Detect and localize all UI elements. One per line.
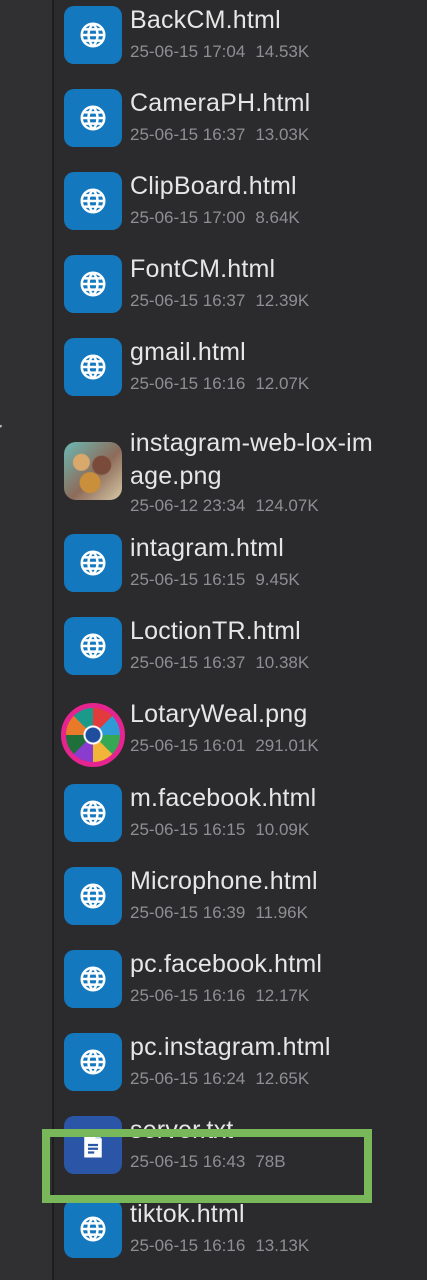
file-size: 13.03K	[255, 125, 310, 144]
file-row-gmail[interactable]: gmail.html 25-06-15 16:16 12.07K	[54, 326, 427, 409]
file-name: BackCM.html	[130, 6, 281, 34]
file-size: 10.38K	[255, 653, 310, 672]
file-row-cameraph[interactable]: CameraPH.html 25-06-15 16:37 13.03K	[54, 77, 427, 160]
file-date: 25-06-15 17:00	[130, 208, 246, 227]
file-size: 8.64K	[255, 208, 300, 227]
file-meta: 25-06-15 17:00 8.64K	[130, 207, 300, 229]
file-meta: 25-06-12 23:34 124.07K	[130, 495, 319, 517]
file-date: 25-06-15 16:15	[130, 570, 246, 589]
file-name: LoctionTR.html	[130, 617, 301, 645]
file-size: 10.09K	[255, 820, 310, 839]
file-row-pc-instagram[interactable]: pc.instagram.html 25-06-15 16:24 12.65K	[54, 1021, 427, 1104]
file-date: 25-06-15 16:01	[130, 736, 246, 755]
file-size: 14.53K	[255, 42, 310, 61]
file-date: 25-06-12 23:34	[130, 496, 246, 515]
globe-icon	[64, 534, 122, 592]
file-date: 25-06-15 16:39	[130, 903, 246, 922]
file-date: 25-06-15 16:37	[130, 653, 246, 672]
file-row-loctiontr[interactable]: LoctionTR.html 25-06-15 16:37 10.38K	[54, 605, 427, 688]
globe-icon	[64, 338, 122, 396]
side-panel-edge-mark	[0, 424, 8, 438]
file-meta: 25-06-15 17:04 14.53K	[130, 41, 309, 63]
globe-icon	[64, 6, 122, 64]
file-meta: 25-06-15 16:01 291.01K	[130, 735, 319, 757]
file-row-instagram-web-lox-image[interactable]: instagram-web-lox-im age.png 25-06-12 23…	[54, 415, 427, 525]
side-panel	[0, 0, 52, 1280]
file-name: instagram-web-lox-im age.png	[130, 427, 420, 493]
file-meta: 25-06-15 16:16 12.17K	[130, 985, 309, 1007]
file-size: 12.65K	[255, 1069, 310, 1088]
image-thumbnail	[64, 442, 122, 500]
file-meta: 25-06-15 16:37 12.39K	[130, 290, 309, 312]
file-date: 25-06-15 16:16	[130, 374, 246, 393]
globe-icon	[64, 255, 122, 313]
file-row-intagram[interactable]: intagram.html 25-06-15 16:15 9.45K	[54, 522, 427, 605]
file-size: 12.39K	[255, 291, 310, 310]
file-date: 25-06-15 16:16	[130, 986, 246, 1005]
file-name: m.facebook.html	[130, 784, 317, 812]
file-size: 12.07K	[255, 374, 310, 393]
file-list: BackCM.html 25-06-15 17:04 14.53K CameraP…	[54, 0, 427, 1280]
file-date: 25-06-15 16:16	[130, 1236, 246, 1255]
file-meta: 25-06-15 16:16 13.13K	[130, 1235, 309, 1257]
file-name-line-1: instagram-web-lox-im	[130, 429, 373, 457]
file-name: pc.instagram.html	[130, 1033, 331, 1061]
globe-icon	[64, 1200, 122, 1258]
file-name: FontCM.html	[130, 255, 276, 283]
file-meta: 25-06-15 16:15 9.45K	[130, 569, 300, 591]
globe-icon	[64, 617, 122, 675]
file-row-m-facebook[interactable]: m.facebook.html 25-06-15 16:15 10.09K	[54, 772, 427, 855]
file-meta: 25-06-15 16:16 12.07K	[130, 373, 309, 395]
file-size: 13.13K	[255, 1236, 310, 1255]
file-date: 25-06-15 17:04	[130, 42, 246, 61]
file-row-backcm[interactable]: BackCM.html 25-06-15 17:04 14.53K	[54, 0, 427, 77]
file-meta: 25-06-15 16:37 13.03K	[130, 124, 309, 146]
selection-highlight-box	[42, 1129, 372, 1203]
file-name: Microphone.html	[130, 867, 318, 895]
file-name: ClipBoard.html	[130, 172, 297, 200]
file-date: 25-06-15 16:15	[130, 820, 246, 839]
file-row-microphone[interactable]: Microphone.html 25-06-15 16:39 11.96K	[54, 855, 427, 938]
globe-icon	[64, 172, 122, 230]
file-name: LotaryWeal.png	[130, 700, 308, 728]
file-size: 12.17K	[255, 986, 310, 1005]
file-size: 9.45K	[255, 570, 300, 589]
file-name: intagram.html	[130, 534, 285, 562]
file-row-lotaryweal[interactable]: LotaryWeal.png 25-06-15 16:01 291.01K	[54, 688, 427, 771]
globe-icon	[64, 867, 122, 925]
globe-icon	[64, 950, 122, 1008]
globe-icon	[64, 784, 122, 842]
file-row-fontcm[interactable]: FontCM.html 25-06-15 16:37 12.39K	[54, 243, 427, 326]
file-meta: 25-06-15 16:15 10.09K	[130, 819, 309, 841]
file-row-pc-facebook[interactable]: pc.facebook.html 25-06-15 16:16 12.17K	[54, 938, 427, 1021]
file-name: CameraPH.html	[130, 89, 311, 117]
file-meta: 25-06-15 16:24 12.65K	[130, 1068, 309, 1090]
file-date: 25-06-15 16:24	[130, 1069, 246, 1088]
file-name: pc.facebook.html	[130, 950, 323, 978]
file-date: 25-06-15 16:37	[130, 125, 246, 144]
file-size: 11.96K	[255, 903, 308, 922]
file-meta: 25-06-15 16:37 10.38K	[130, 652, 309, 674]
image-thumbnail	[61, 703, 125, 767]
file-date: 25-06-15 16:37	[130, 291, 246, 310]
file-name: gmail.html	[130, 338, 246, 366]
file-size: 124.07K	[255, 496, 319, 515]
file-meta: 25-06-15 16:39 11.96K	[130, 902, 308, 924]
file-name-line-2: age.png	[130, 462, 222, 490]
file-size: 291.01K	[255, 736, 319, 755]
globe-icon	[64, 89, 122, 147]
file-row-clipboard[interactable]: ClipBoard.html 25-06-15 17:00 8.64K	[54, 160, 427, 243]
globe-icon	[64, 1033, 122, 1091]
